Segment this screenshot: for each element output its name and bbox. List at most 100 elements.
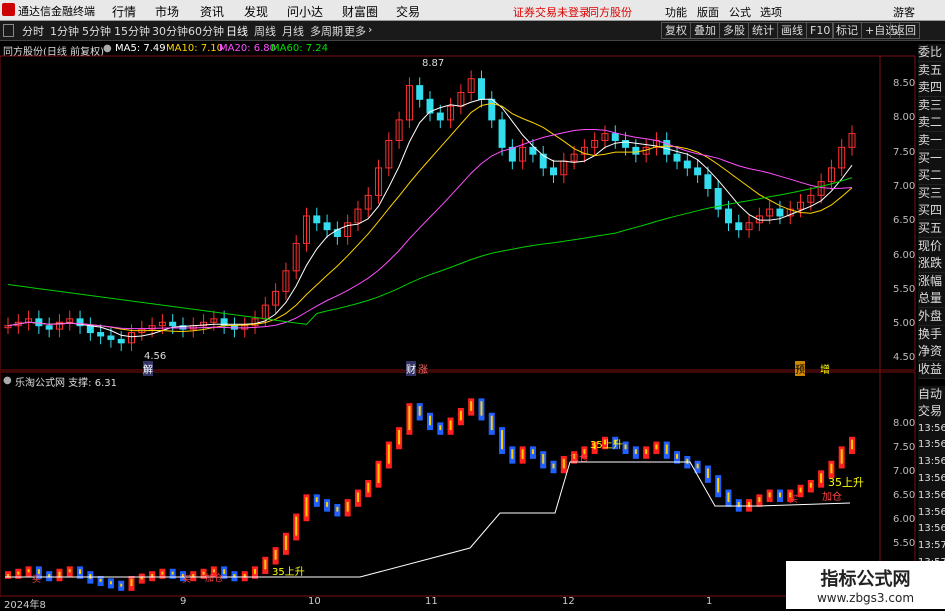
candle-body — [776, 208, 784, 217]
signal-rise-1: 35上升 — [272, 567, 305, 578]
candle-body — [683, 160, 691, 169]
period-1min[interactable]: 1分钟 — [48, 23, 81, 39]
signal-core — [655, 444, 658, 450]
side-time-6: 13:56 — [918, 486, 945, 505]
signal-core — [408, 406, 411, 431]
btn-fuquan[interactable]: 复权 — [661, 22, 691, 39]
period-5min[interactable]: 5分钟 — [80, 23, 113, 39]
signal-core — [17, 571, 20, 575]
menu-gongneng[interactable]: 功能 — [665, 4, 687, 20]
signal-core — [727, 492, 730, 503]
signal-core — [367, 482, 370, 493]
side-field-8: 买三 — [918, 184, 945, 203]
period-monthly[interactable]: 月线 — [280, 23, 306, 39]
signal-core — [562, 458, 565, 469]
menu-zixun[interactable]: 资讯 — [200, 3, 224, 20]
signal-core — [531, 449, 534, 455]
signal-core — [665, 444, 668, 455]
menu-hangqing[interactable]: 行情 — [112, 3, 136, 20]
menu-xuanxiang[interactable]: 选项 — [760, 4, 782, 20]
btn-huaxian[interactable]: 画线 — [777, 22, 807, 39]
support-line — [5, 461, 851, 578]
signal-buy-3: 买 — [789, 495, 799, 505]
btn-biaoji[interactable]: 标记 — [832, 22, 862, 39]
btn-f10[interactable]: F10 — [806, 22, 835, 39]
sub-plot-area — [5, 398, 855, 591]
signal-core — [89, 574, 92, 579]
sub-settings-icon[interactable]: ● — [3, 375, 12, 386]
signal-core — [120, 583, 123, 587]
panel-toggle-icon[interactable] — [3, 24, 14, 37]
side-time-5: 13:56 — [918, 470, 945, 488]
high-price-marker: 8.87 — [422, 58, 445, 69]
signal-core — [778, 492, 781, 498]
menu-gongshi[interactable]: 公式 — [729, 4, 751, 20]
signal-core — [830, 463, 833, 474]
side-field-7: 买二 — [918, 167, 945, 186]
login-warning[interactable]: 证券交易未登录 — [513, 4, 590, 20]
side-field-1: 卖五 — [918, 61, 945, 80]
signal-core — [398, 430, 401, 445]
period-fenshi[interactable]: 分时 — [20, 23, 46, 39]
candle-body — [107, 335, 115, 340]
signal-core — [758, 497, 761, 503]
signal-core — [346, 502, 349, 512]
signal-core — [336, 506, 339, 512]
menu-shichang[interactable]: 市场 — [155, 3, 179, 20]
main-y-tick-2: 7.50 — [893, 146, 916, 158]
side-field-13: 涨幅 — [918, 272, 945, 291]
signal-core — [799, 487, 802, 493]
menu-wenxiaoda[interactable]: 问小达 — [287, 3, 323, 20]
signal-core — [521, 449, 524, 459]
chevron-right-icon[interactable]: › — [366, 23, 374, 36]
signal-core — [809, 482, 812, 488]
side-field-11: 现价 — [918, 237, 945, 256]
menu-faxian[interactable]: 发现 — [244, 3, 268, 20]
signal-core — [58, 571, 61, 577]
event-tag-jie[interactable]: 解 — [143, 361, 153, 376]
candle-body — [498, 119, 506, 148]
candle-body — [704, 174, 712, 189]
candle-body — [416, 85, 424, 100]
side-field-10: 买五 — [918, 220, 945, 238]
period-more[interactable]: 更多 — [342, 23, 368, 39]
main-y-tick-6: 5.50 — [893, 283, 916, 295]
period-weekly[interactable]: 周线 — [252, 23, 278, 39]
period-15min[interactable]: 15分钟 — [112, 23, 152, 39]
candle-body — [632, 146, 640, 155]
btn-diejia[interactable]: 叠加 — [690, 22, 720, 39]
signal-core — [820, 473, 823, 483]
signal-core — [470, 401, 473, 411]
signal-core — [439, 425, 442, 431]
btn-fanhui[interactable]: 返回 — [890, 22, 920, 39]
menu-banmian[interactable]: 版面 — [697, 4, 719, 20]
menu-jiaoyi[interactable]: 交易 — [396, 3, 420, 20]
signal-core — [109, 581, 112, 585]
event-tag-zeng[interactable]: 增 — [820, 361, 830, 376]
period-multi[interactable]: 多周期 — [308, 23, 345, 39]
event-tag-cai[interactable]: 财 — [406, 361, 416, 376]
period-30min[interactable]: 30分钟 — [150, 23, 190, 39]
signal-core — [840, 449, 843, 464]
event-tag-zhang[interactable]: 涨 — [418, 361, 428, 376]
btn-tongji[interactable]: 统计 — [748, 22, 778, 39]
signal-core — [418, 406, 421, 416]
kline-chart[interactable] — [0, 41, 945, 609]
side-field-2: 卖四 — [918, 79, 945, 98]
menu-caifuquan[interactable]: 财富圈 — [342, 3, 378, 20]
watermark-title: 指标公式网 — [820, 569, 911, 590]
btn-duogu[interactable]: 多股 — [719, 22, 749, 39]
period-daily[interactable]: 日线 — [224, 23, 250, 39]
event-tag-yu[interactable]: 预 — [795, 361, 805, 376]
period-60min[interactable]: 60分钟 — [186, 23, 226, 39]
side-time-9: 13:57 — [918, 537, 945, 556]
signal-add-3: 加仓 — [822, 492, 842, 503]
candle-body — [436, 112, 444, 121]
signal-rise-2: 35上升 — [590, 440, 623, 451]
menu-youke[interactable]: 游客 — [893, 4, 915, 20]
side-time-8: 13:56 — [918, 520, 945, 539]
signal-core — [161, 571, 164, 575]
side-field-16: 换手 — [918, 325, 945, 344]
menu-bar: 通达信金融终端 行情 市场 资讯 发现 问小达 财富圈 交易 证券交易未登录 同… — [0, 0, 945, 21]
signal-core — [511, 449, 514, 459]
